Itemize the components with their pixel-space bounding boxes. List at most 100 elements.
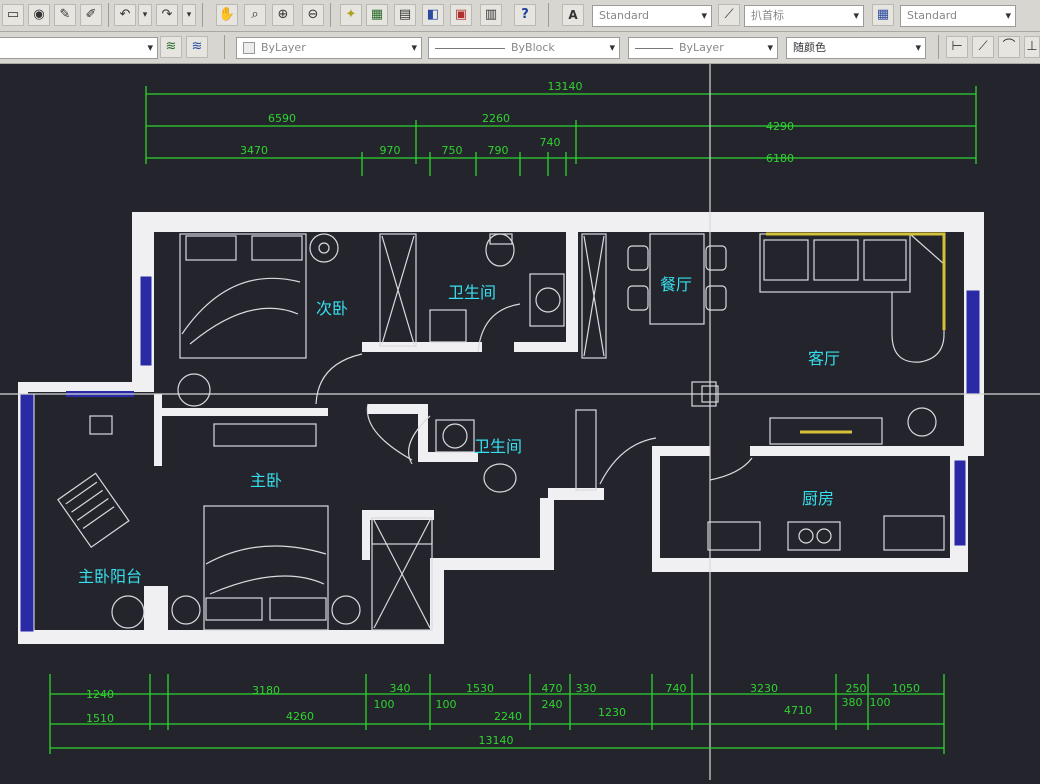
layer-select[interactable]: ▾ [0,37,158,59]
chevron-down-icon: ▾ [147,41,153,54]
dim-top-row3: 6180 [766,152,794,165]
toolbar-separator [202,3,203,27]
room-label-kitchen: 厨房 [802,489,834,508]
dim-bottom-row2: 2240 [494,710,522,723]
dim-bottom-row1: 1050 [892,682,920,695]
dim-top-row3: 970 [380,144,401,157]
pan-icon[interactable]: ✋ [216,4,238,26]
chevron-down-icon: ▾ [411,41,417,54]
text-style-value: Standard [599,9,650,22]
undo-icon[interactable]: ↶ [114,4,136,26]
dim-bottom-row2: 240 [542,698,563,711]
dim-top-row3: 3470 [240,144,268,157]
properties-icon[interactable]: ✦ [340,4,362,26]
chevron-down-icon: ▾ [1005,9,1011,22]
aligned-dimension-icon[interactable]: ⟋ [972,36,994,58]
toolbar-separator [224,35,225,59]
dim-bottom-row1: 330 [576,682,597,695]
dim-style-icon[interactable]: ⟋ [718,4,740,26]
toolbar-separator [108,3,109,27]
plot-style-select[interactable]: 随颜色 ▾ [786,37,926,59]
room-label-dining: 餐厅 [660,275,692,294]
ordinate-icon[interactable]: ⊥ [1024,36,1040,58]
chevron-down-icon: ▾ [767,41,773,54]
chevron-down-icon: ▾ [701,9,707,22]
dim-bottom-row1: 470 [542,682,563,695]
chevron-down-icon: ▾ [915,41,921,54]
standard-toolbar: ▭ ◉ ✎ ✐ ↶ ▾ ↷ ▾ ✋ ⌕ ⊕ ⊖ ✦ ▦ ▤ ◧ ▣ ▥ ? A … [0,0,1040,32]
drawing-canvas[interactable]: 13140 6590 2260 4290 3470 970 750 790 74… [0,64,1040,780]
text-style-select[interactable]: Standard ▾ [592,5,712,27]
toolbar-separator [330,3,331,27]
dim-style-select[interactable]: 扒首标 ▾ [744,5,864,27]
room-label-bathroom-2: 卫生间 [474,437,522,456]
linetype-sample [435,47,505,49]
lineweight-select[interactable]: ByLayer ▾ [628,37,778,59]
color-value: ByLayer [261,41,306,54]
tool-palettes-icon[interactable]: ▤ [394,4,416,26]
design-center-icon[interactable]: ▦ [366,4,388,26]
dim-bottom-row2: 100 [870,696,891,709]
help-icon[interactable]: ? [514,4,536,26]
dim-bottom-row2: 380 [842,696,863,709]
dim-top-overall: 13140 [548,80,583,93]
color-select[interactable]: ByLayer ▾ [236,37,422,59]
redo-dropdown-icon[interactable]: ▾ [182,4,196,26]
floor-plan-drawing: 13140 6590 2260 4290 3470 970 750 790 74… [0,64,1040,780]
room-label-master-bedroom: 主卧 [250,471,282,490]
zoom-previous-icon[interactable]: ⊖ [302,4,324,26]
markup-icon[interactable]: ▣ [450,4,472,26]
brush-icon[interactable]: ✐ [80,4,102,26]
dim-style-value: 扒首标 [751,9,784,22]
dim-bottom-row2: 100 [436,698,457,711]
dim-bottom-row2: 100 [374,698,395,711]
dim-top-row3: 740 [540,136,561,149]
layer-previous-icon[interactable]: ≋ [186,36,208,58]
properties-toolbar: ▾ ≋ ≋ ByLayer ▾ ByBlock ▾ ByLayer ▾ 随颜色 ▾ ⊢ … [0,32,1040,64]
linetype-select[interactable]: ByBlock ▾ [428,37,620,59]
room-label-master-balcony: 主卧阳台 [78,567,142,586]
zoom-window-icon[interactable]: ⊕ [272,4,294,26]
linetype-value: ByBlock [511,41,555,54]
dim-bottom-row1: 3180 [252,684,280,697]
dim-bottom-row1: 340 [390,682,411,695]
toolbar-separator [548,3,549,27]
room-label-bathroom-1: 卫生间 [448,283,496,302]
arc-length-icon[interactable]: ⌒ [998,36,1020,58]
redo-icon[interactable]: ↷ [156,4,178,26]
dim-top-row3: 790 [488,144,509,157]
room-label-second-bedroom: 次卧 [316,299,348,318]
table-style-icon[interactable]: ▦ [872,4,894,26]
dim-bottom-row2: 4260 [286,710,314,723]
pencil-icon[interactable]: ✎ [54,4,76,26]
dim-bottom-row2: 4710 [784,704,812,717]
layer-icon[interactable]: ≋ [160,36,182,58]
dim-top-row2: 6590 [268,112,296,125]
table-style-select[interactable]: Standard ▾ [900,5,1016,27]
dim-bottom-row1: 3230 [750,682,778,695]
dim-top-row2: 2260 [482,112,510,125]
dim-top-row2: 4290 [766,120,794,133]
color-swatch [243,42,255,54]
linear-dimension-icon[interactable]: ⊢ [946,36,968,58]
dim-bottom-row2: 1230 [598,706,626,719]
dim-bottom-row1: 740 [666,682,687,695]
chevron-down-icon: ▾ [853,9,859,22]
zoom-realtime-icon[interactable]: ⌕ [244,4,266,26]
lineweight-sample [635,47,673,49]
dim-bottom-row1: 1240 [86,688,114,701]
dim-bottom-row2: 1510 [86,712,114,725]
dim-top-row3: 750 [442,144,463,157]
chevron-down-icon: ▾ [609,41,615,54]
calculator-icon[interactable]: ▥ [480,4,502,26]
sheet-set-icon[interactable]: ◧ [422,4,444,26]
dim-bottom-row1: 1530 [466,682,494,695]
dim-bottom-row1: 250 [846,682,867,695]
lineweight-value: ByLayer [679,41,724,54]
toolbar-separator [938,35,939,59]
undo-dropdown-icon[interactable]: ▾ [138,4,152,26]
plot-style-value: 随颜色 [793,41,826,54]
new-file-icon[interactable]: ▭ [2,4,24,26]
text-style-icon[interactable]: A [562,4,584,26]
open-file-icon[interactable]: ◉ [28,4,50,26]
